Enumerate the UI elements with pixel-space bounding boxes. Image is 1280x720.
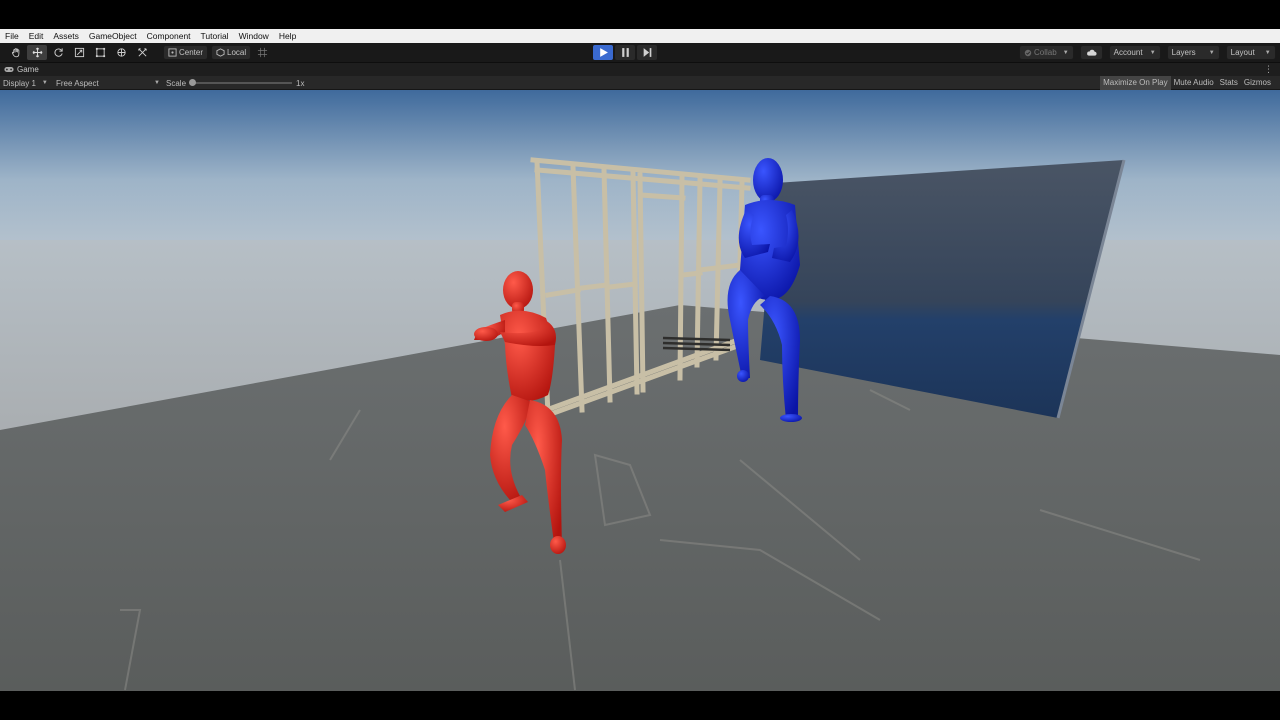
layers-label: Layers	[1171, 48, 1196, 57]
menu-bar: File Edit Assets GameObject Component Tu…	[0, 29, 1280, 43]
scale-value: 1x	[296, 78, 305, 88]
scale-slider-handle[interactable]	[189, 79, 197, 86]
grid-icon	[257, 47, 267, 58]
aspect-label: Free Aspect	[56, 78, 99, 88]
transform-tool-button[interactable]	[111, 45, 131, 60]
account-dropdown[interactable]: Account ▼	[1108, 45, 1161, 60]
grid-snap-button[interactable]	[254, 45, 270, 60]
menu-gameobject[interactable]: GameObject	[84, 29, 142, 43]
game-controller-icon	[4, 67, 14, 72]
custom-tool-button[interactable]	[132, 45, 152, 60]
rotate-tool-button[interactable]	[48, 45, 68, 60]
step-button[interactable]	[637, 45, 657, 60]
gizmos-toggle[interactable]: Gizmos	[1241, 76, 1280, 90]
rect-icon	[95, 47, 105, 58]
cloud-icon	[1086, 49, 1097, 56]
chevron-down-icon: ▼	[1149, 49, 1156, 56]
main-toolbar: Center Local Collab ▼ Account ▼ Layers ▼…	[0, 43, 1280, 63]
toolbar-right: Collab ▼ Account ▼ Layers ▼ Layout ▼ ▶	[1019, 45, 1280, 60]
layout-dropdown[interactable]: Layout ▼	[1225, 45, 1276, 60]
hand-tool-button[interactable]	[6, 45, 26, 60]
game-viewport[interactable]	[0, 90, 1280, 691]
layout-label: Layout	[1230, 48, 1255, 57]
playback-controls	[593, 45, 657, 60]
pivot-local-label: Local	[227, 48, 247, 57]
move-icon	[32, 47, 42, 58]
account-label: Account	[1113, 48, 1143, 57]
aspect-dropdown[interactable]: Free Aspect ▼	[56, 76, 160, 90]
tab-game[interactable]: Game	[4, 63, 39, 76]
pivot-center-label: Center	[179, 48, 204, 57]
collab-dropdown[interactable]: Collab ▼	[1019, 45, 1074, 60]
game-controls-bar: Display 1 ▼ Free Aspect ▼ Scale 1x Maxim…	[0, 76, 1280, 90]
display-label: Display 1	[3, 78, 36, 88]
chevron-down-icon: ▼	[154, 80, 160, 86]
menu-tutorial[interactable]: Tutorial	[196, 29, 234, 43]
more-options-icon[interactable]: ⋮	[1264, 64, 1273, 75]
scale-control: Scale	[166, 76, 293, 90]
collab-check-icon	[1024, 49, 1032, 56]
mute-audio-toggle[interactable]: Mute Audio	[1171, 76, 1217, 90]
pivot-local-toggle[interactable]: Local	[211, 45, 252, 60]
play-icon	[599, 48, 608, 57]
menu-file[interactable]: File	[0, 29, 24, 43]
display-dropdown[interactable]: Display 1 ▼	[3, 76, 48, 90]
game-view-toggles: Maximize On Play Mute Audio Stats Gizmos	[1100, 76, 1280, 90]
chevron-down-icon: ▼	[1062, 49, 1069, 56]
stats-toggle[interactable]: Stats	[1217, 76, 1241, 90]
layers-dropdown[interactable]: Layers ▼	[1166, 45, 1220, 60]
scale-slider[interactable]	[189, 79, 293, 86]
collab-label: Collab	[1034, 48, 1057, 57]
rect-tool-button[interactable]	[90, 45, 110, 60]
pause-button[interactable]	[615, 45, 635, 60]
local-space-icon	[216, 48, 225, 57]
game-tab-bar: Game ⋮	[0, 63, 1280, 76]
letterbox-top	[0, 0, 1280, 29]
menu-window[interactable]: Window	[234, 29, 274, 43]
chevron-down-icon: ▼	[1264, 49, 1271, 56]
pause-icon	[621, 48, 629, 57]
pivot-controls: Center Local	[163, 45, 270, 60]
game-scene	[0, 90, 1280, 691]
scale-tool-button[interactable]	[69, 45, 89, 60]
scale-label: Scale	[166, 78, 187, 88]
cloud-button[interactable]	[1079, 45, 1103, 60]
pivot-center-icon	[168, 48, 177, 57]
menu-edit[interactable]: Edit	[24, 29, 49, 43]
menu-component[interactable]: Component	[142, 29, 196, 43]
menu-assets[interactable]: Assets	[48, 29, 84, 43]
chevron-down-icon: ▼	[1208, 49, 1215, 56]
tab-game-label: Game	[17, 65, 39, 74]
letterbox-bottom	[0, 691, 1280, 720]
hand-icon	[11, 48, 19, 58]
menu-help[interactable]: Help	[274, 29, 301, 43]
play-button[interactable]	[593, 45, 613, 60]
transform-tools	[6, 45, 152, 60]
step-icon	[643, 48, 651, 57]
transform-icon	[116, 48, 126, 57]
rotate-icon	[53, 48, 63, 57]
move-tool-button[interactable]	[27, 45, 47, 60]
maximize-on-play-toggle[interactable]: Maximize On Play	[1100, 76, 1171, 90]
scale-icon	[74, 47, 84, 58]
chevron-down-icon: ▼	[41, 80, 48, 86]
tools-icon	[137, 48, 147, 57]
pivot-center-toggle[interactable]: Center	[163, 45, 209, 60]
